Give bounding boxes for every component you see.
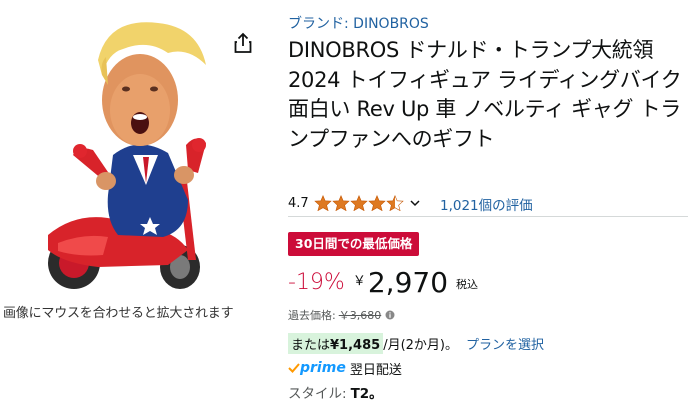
product-image[interactable] <box>38 5 238 295</box>
installment-suffix: /月(2か月)。 <box>383 337 458 353</box>
star-icon <box>349 195 368 211</box>
product-title: DINOBROS ドナルド・トランプ大統領 2024 トイフィギュア ライディン… <box>288 38 682 151</box>
prime-label: prime <box>300 360 346 376</box>
half-star-icon <box>385 195 404 211</box>
price-value: 2,970 <box>367 266 449 299</box>
image-panel: 画像にマウスを合わせると拡大されます <box>0 0 282 413</box>
list-price-value: ￥3,680 <box>338 309 382 322</box>
divider <box>288 216 688 217</box>
deal-badge: 30日間での最低価格 <box>288 232 420 256</box>
prime-check-icon <box>288 363 300 373</box>
rating-row[interactable]: 4.7 <box>288 193 420 213</box>
installment-row: または¥1,485 /月(2か月)。 プランを選択 <box>288 332 544 354</box>
style-value: T2。 <box>350 386 383 402</box>
prime-logo: prime <box>288 360 346 376</box>
zoom-hint: 画像にマウスを合わせると拡大されます <box>3 306 234 321</box>
rating-value: 4.7 <box>288 195 309 211</box>
product-details: ブランド: DINOBROS DINOBROS ドナルド・トランプ大統領 202… <box>288 0 688 413</box>
discount-percent: -19% <box>288 270 345 295</box>
currency-symbol: ￥ <box>352 274 366 289</box>
star-icon <box>367 195 386 211</box>
brand-link[interactable]: ブランド: DINOBROS <box>288 13 429 33</box>
review-count-link[interactable]: 1,021個の評価 <box>440 194 533 214</box>
rating-stars[interactable] <box>313 195 404 211</box>
price-row: -19% ￥ 2,970 税込 <box>288 268 478 300</box>
share-icon[interactable] <box>233 32 253 54</box>
star-icon <box>313 195 332 211</box>
chevron-down-icon[interactable] <box>410 198 420 208</box>
select-plan-link[interactable]: プランを選択 <box>466 334 544 353</box>
delivery-text: 翌日配送 <box>349 362 402 378</box>
prime-row: prime 翌日配送 <box>288 358 402 378</box>
tax-label: 税込 <box>456 278 479 291</box>
style-label: スタイル: <box>288 386 347 402</box>
installment-prefix: または <box>291 337 331 353</box>
installment-offer: または¥1,485 <box>288 332 384 354</box>
list-price-label: 過去価格: <box>288 309 336 322</box>
list-price-row: 過去価格: ￥3,680 <box>288 307 395 323</box>
installment-amount: ¥1,485 <box>330 337 381 353</box>
star-icon <box>331 195 350 211</box>
style-row: スタイル: T2。 <box>288 382 383 402</box>
info-icon[interactable] <box>385 310 395 320</box>
